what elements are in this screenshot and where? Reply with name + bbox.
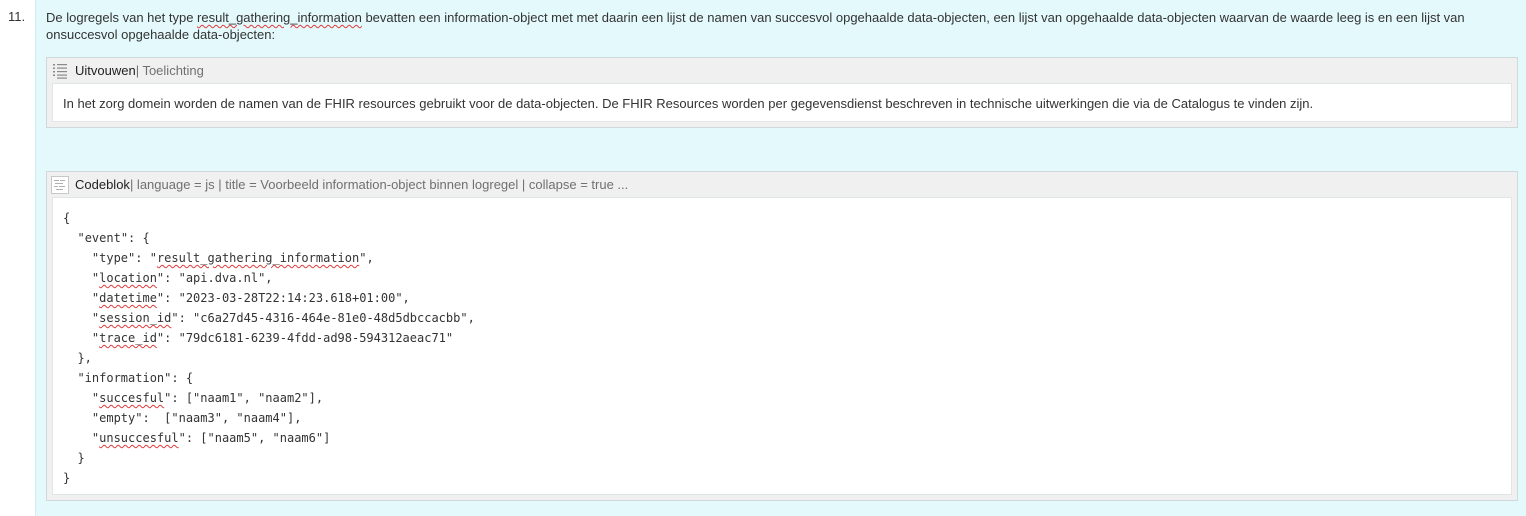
code-line: }, [63,348,475,368]
code-token-misspelled: unsuccesful [99,431,179,445]
code-token: ": "2023-03-28T22:14:23.618+01:00", [156,291,410,305]
code-line: "datetime": "2023-03-28T22:14:23.618+01:… [63,288,475,308]
code-content[interactable]: { "event": { "type": "result_gathering_i… [63,208,475,488]
code-token: " [63,391,100,405]
code-line: "succesful": ["naam1", "naam2"], [63,388,475,408]
paragraph-text-start: De logregels van het type [46,10,198,25]
code-token: ": { [120,231,150,245]
code-token: "information": { [63,371,194,385]
code-line: } [63,448,475,468]
code-line: "unsuccesful": ["naam5", "naam6"] [63,428,475,448]
code-token: " [63,311,100,325]
expand-body-text[interactable]: In het zorg domein worden de namen van d… [63,95,1313,112]
list-item-content[interactable]: De logregels van het type result_gatheri… [36,0,1526,516]
code-block-macro[interactable]: Codeblok | language = js | title = Voorb… [46,171,1518,501]
expand-macro-title: Uitvouwen [75,63,136,78]
expand-macro-params: | Toelichting [135,63,204,78]
list-lines-icon [51,62,69,80]
list-number: 11. [0,0,36,516]
code-token: } [63,451,85,465]
code-macro-params: | language = js | title = Voorbeeld info… [129,177,629,192]
expand-macro[interactable]: Uitvouwen | Toelichting In het zorg dome… [46,57,1518,128]
code-line: { [63,208,475,228]
code-token: ": ["naam1", "naam2"], [164,391,324,405]
code-token-misspelled: trace_id [99,331,157,345]
code-token: " [63,331,100,345]
code-token: ": "79dc6181-6239-4fdd-ad98-594312aeac71… [156,331,454,345]
expand-macro-body[interactable]: In het zorg domein worden de namen van d… [52,83,1512,122]
code-token-misspelled: result_gathering_information [156,251,360,265]
code-token: } [63,471,71,485]
code-line: "location": "api.dva.nl", [63,268,475,288]
type-name-misspelled[interactable]: result_gathering_information [197,10,362,25]
code-token: "empty": ["naam3", "naam4"], [63,411,302,425]
code-token: type [99,251,129,265]
code-line: "empty": ["naam3", "naam4"], [63,408,475,428]
code-token: ": "c6a27d45-4316-464e-81e0-48d5dbccacbb… [171,311,475,325]
code-macro-header[interactable]: Codeblok | language = js | title = Voorb… [47,172,1517,197]
code-line: "session_id": "c6a27d45-4316-464e-81e0-4… [63,308,475,328]
code-token: " [63,431,100,445]
code-token: " [63,271,100,285]
code-macro-body[interactable]: { "event": { "type": "result_gathering_i… [52,197,1512,495]
code-line: "trace_id": "79dc6181-6239-4fdd-ad98-594… [63,328,475,348]
code-line: } [63,468,475,488]
code-token: event [84,231,121,245]
code-macro-title: Codeblok [75,177,130,192]
code-token: " [63,291,100,305]
code-token: " [63,251,100,265]
code-token: { [63,211,71,225]
numbered-list-item: 11. De logregels van het type result_gat… [0,0,1526,516]
code-token: " [63,231,85,245]
code-token: ": "api.dva.nl", [156,271,273,285]
code-token-misspelled: session_id [99,311,172,325]
code-token: }, [63,351,92,365]
code-token-misspelled: datetime [99,291,157,305]
code-token-misspelled: location [99,271,157,285]
code-token-misspelled: succesful [99,391,165,405]
code-token: ": ["naam5", "naam6"] [178,431,331,445]
expand-macro-header[interactable]: Uitvouwen | Toelichting [47,58,1517,83]
code-token: ", [359,251,374,265]
list-number-label: 11. [8,9,26,24]
code-line: "information": { [63,368,475,388]
code-token: ": " [128,251,157,265]
code-line: "event": { [63,228,475,248]
code-snippet-icon [51,175,69,194]
description-paragraph[interactable]: De logregels van het type result_gatheri… [46,9,1524,43]
code-line: "type": "result_gathering_information", [63,248,475,268]
